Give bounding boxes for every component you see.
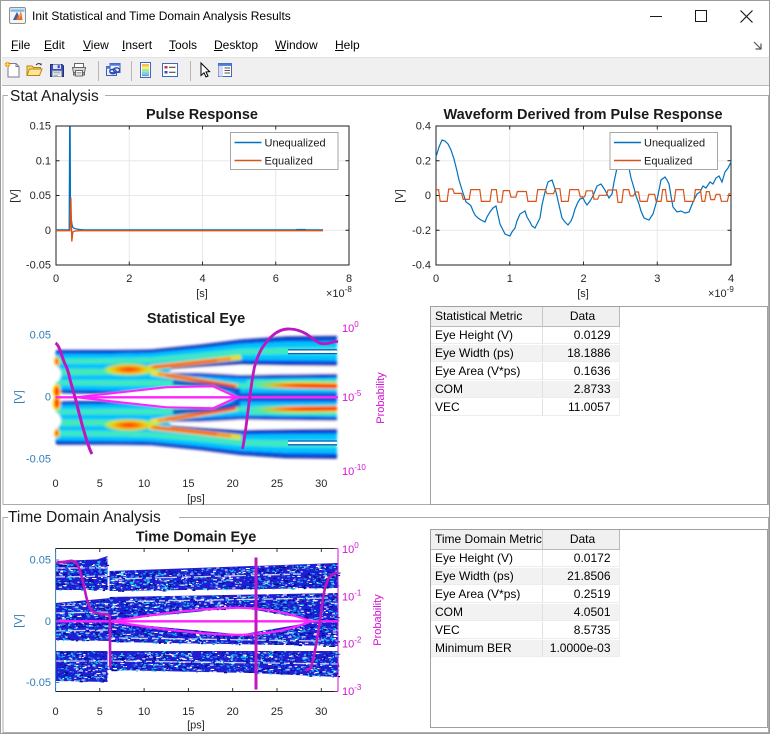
svg-text:10-1: 10-1 [342,588,362,603]
svg-text:0.15: 0.15 [30,121,51,133]
svg-text:100: 100 [342,541,359,556]
svg-text:Statistical Eye: Statistical Eye [147,311,245,327]
svg-text:-0.05: -0.05 [26,260,51,272]
svg-text:2: 2 [580,273,586,285]
svg-text:10-3: 10-3 [342,683,362,698]
svg-text:0.05: 0.05 [30,555,51,567]
svg-text:5: 5 [97,478,103,490]
svg-text:-0.2: -0.2 [412,225,431,237]
svg-text:25: 25 [271,478,283,490]
svg-text:25: 25 [271,706,283,718]
svg-text:10-10: 10-10 [342,463,366,478]
svg-text:4: 4 [728,273,734,285]
svg-text:[ps]: [ps] [187,720,205,732]
svg-text:4: 4 [199,273,205,285]
svg-text:10: 10 [138,706,150,718]
svg-text:0.2: 0.2 [416,155,431,167]
svg-text:Unequalized: Unequalized [265,138,326,150]
svg-text:Probability: Probability [372,594,384,646]
svg-text:8: 8 [346,273,352,285]
svg-text:×10-9: ×10-9 [708,285,734,300]
svg-text:[s]: [s] [196,288,208,300]
svg-text:[s]: [s] [577,288,589,300]
svg-text:0.1: 0.1 [36,155,51,167]
svg-text:15: 15 [182,478,194,490]
svg-text:[V]: [V] [13,614,25,627]
svg-text:0: 0 [45,225,51,237]
svg-text:0.05: 0.05 [30,330,51,342]
svg-text:Probability: Probability [375,372,387,424]
svg-text:10: 10 [138,478,150,490]
svg-text:-0.05: -0.05 [26,454,51,466]
svg-text:Equalized: Equalized [644,156,692,168]
svg-text:20: 20 [227,706,239,718]
svg-text:2: 2 [126,273,132,285]
svg-text:5: 5 [97,706,103,718]
svg-text:0: 0 [433,273,439,285]
svg-text:3: 3 [654,273,660,285]
svg-text:6: 6 [273,273,279,285]
svg-text:30: 30 [315,706,327,718]
svg-text:0: 0 [52,706,58,718]
svg-text:0: 0 [52,478,58,490]
svg-text:0: 0 [45,392,51,404]
svg-text:[V]: [V] [394,189,406,202]
svg-text:[V]: [V] [13,390,25,403]
svg-text:15: 15 [182,706,194,718]
svg-text:-0.4: -0.4 [412,260,431,272]
svg-text:×10-8: ×10-8 [326,285,352,300]
svg-text:100: 100 [342,320,359,335]
svg-text:Pulse Response: Pulse Response [146,107,258,123]
svg-text:20: 20 [227,478,239,490]
svg-text:0: 0 [425,190,431,202]
svg-text:[V]: [V] [9,189,21,202]
svg-text:Waveform Derived from Pulse Re: Waveform Derived from Pulse Response [443,107,722,123]
svg-text:0.05: 0.05 [30,190,51,202]
svg-text:Time Domain Eye: Time Domain Eye [136,530,257,546]
svg-text:30: 30 [315,478,327,490]
svg-text:[ps]: [ps] [187,493,205,505]
svg-text:1: 1 [507,273,513,285]
svg-text:Equalized: Equalized [265,156,313,168]
svg-text:10-5: 10-5 [342,389,362,404]
svg-text:-0.05: -0.05 [26,677,51,689]
svg-text:0: 0 [53,273,59,285]
svg-text:Unequalized: Unequalized [644,138,705,150]
svg-text:10-2: 10-2 [342,636,362,651]
svg-text:0: 0 [45,616,51,628]
svg-text:0.4: 0.4 [416,121,431,133]
